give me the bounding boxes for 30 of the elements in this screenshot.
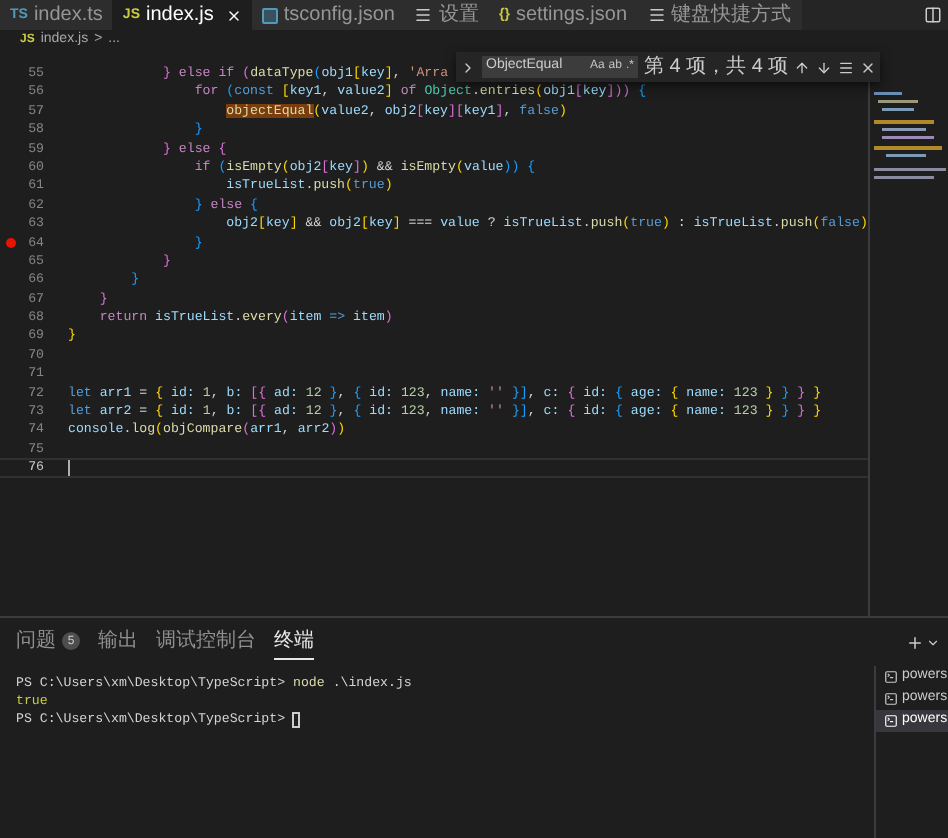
editor-tab[interactable]: tsconfig.json: [251, 0, 405, 30]
minimap-drawing[interactable]: [873, 92, 946, 182]
new-terminal-icon[interactable]: [906, 633, 924, 651]
tab-label: index.ts: [33, 5, 103, 25]
text-cursor: [68, 459, 70, 476]
panel-tab[interactable]: 输出: [98, 625, 138, 659]
tab-label: index.js: [145, 5, 214, 25]
terminal-icon: [884, 692, 898, 706]
tab-label: 键盘快捷方式: [671, 5, 792, 25]
file-icon: [261, 7, 278, 23]
find-in-selection-icon[interactable]: [838, 59, 855, 75]
tab-label: 设置: [438, 5, 479, 25]
terminal-icon: [884, 714, 898, 728]
panel-tab[interactable]: 调试控制台: [156, 625, 256, 659]
close-icon[interactable]: [225, 7, 242, 23]
previous-match-icon[interactable]: [794, 59, 811, 75]
editor-tab[interactable]: 键盘快捷方式: [637, 0, 802, 30]
tab-label: settings.json: [515, 5, 628, 25]
next-match-icon[interactable]: [816, 59, 833, 75]
lines-icon: [414, 6, 433, 24]
tab-label: tsconfig.json: [283, 5, 395, 25]
editor-tab[interactable]: 设置: [404, 0, 489, 30]
match-count: 第 4 项，共 4 项: [644, 53, 789, 82]
dropdown-icon[interactable]: [926, 635, 940, 649]
panel-tab[interactable]: 终端: [274, 625, 314, 659]
lines-icon: [647, 6, 666, 24]
terminal-icon: [884, 670, 898, 684]
chevron-right-icon[interactable]: [460, 59, 476, 75]
split-editor-icon[interactable]: [924, 6, 942, 24]
close-icon[interactable]: [860, 59, 877, 75]
